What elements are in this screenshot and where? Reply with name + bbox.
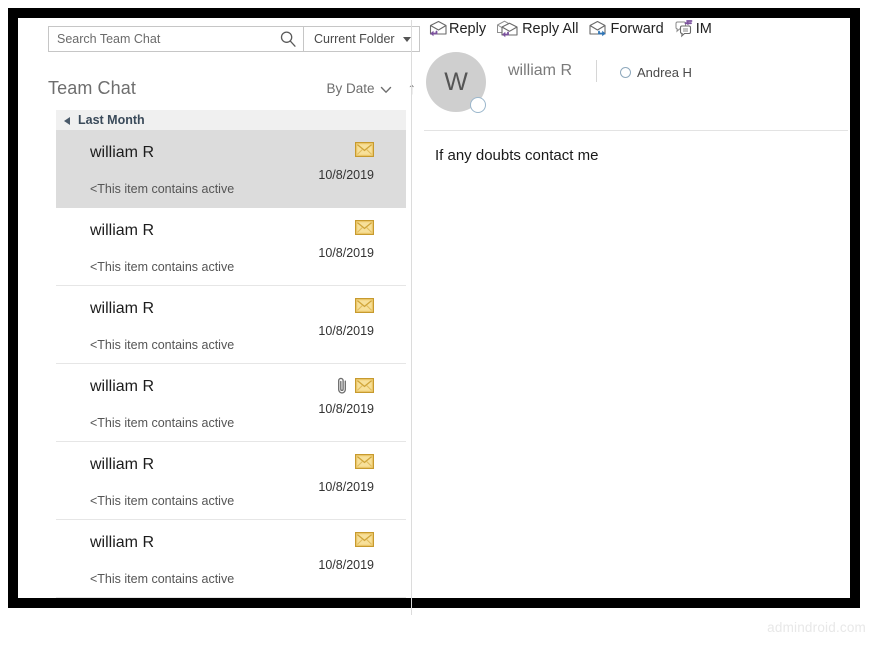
- forward-button[interactable]: Forward: [586, 18, 671, 40]
- message-date: 10/8/2019: [318, 168, 374, 182]
- message-list-item[interactable]: william R <This item contains active 10/8/…: [56, 364, 406, 442]
- message-sender: william R: [90, 222, 154, 239]
- message-list-item[interactable]: william R <This item contains active 10/8/…: [56, 130, 406, 208]
- chevron-down-icon: [380, 83, 392, 93]
- search-icon[interactable]: [279, 30, 297, 48]
- reply-icon: [427, 20, 447, 38]
- sort-dropdown[interactable]: By Date: [326, 81, 391, 96]
- reply-button[interactable]: Reply: [424, 18, 493, 40]
- sender-name[interactable]: william R: [508, 62, 572, 80]
- message-body-text: If any doubts contact me: [435, 147, 599, 164]
- paperclip-icon: [335, 376, 349, 395]
- message-icons: [355, 454, 374, 469]
- recipient-name: Andrea H: [637, 65, 692, 80]
- presence-status-icon: [470, 97, 486, 113]
- message-icons: [355, 298, 374, 313]
- message-icons: [355, 532, 374, 547]
- search-input[interactable]: [57, 32, 279, 46]
- instant-message-icon: [674, 20, 694, 38]
- envelope-icon: [355, 532, 374, 547]
- sender-header: W william R Andrea H: [424, 48, 848, 131]
- message-sender: william R: [90, 300, 154, 317]
- message-list-pane: Current Folder Team Chat By Date ↑ Last …: [28, 18, 420, 598]
- chevron-down-icon: [403, 36, 411, 42]
- avatar-initial: W: [444, 67, 468, 96]
- message-preview: <This item contains active: [90, 572, 235, 586]
- header-separator: [596, 60, 597, 82]
- search-box[interactable]: [48, 26, 304, 52]
- message-icons: [355, 142, 374, 157]
- envelope-icon: [355, 298, 374, 313]
- message-list-item[interactable]: william R <This item contains active 10/8/…: [56, 520, 406, 598]
- pane-divider: [411, 20, 412, 615]
- message-preview: <This item contains active: [90, 494, 235, 508]
- message-list[interactable]: william R <This item contains active 10/8/…: [56, 130, 406, 598]
- message-icons: [355, 220, 374, 235]
- watermark: admindroid.com: [767, 620, 866, 635]
- triangle-collapse-icon[interactable]: [64, 116, 70, 125]
- group-header-last-month[interactable]: Last Month: [56, 110, 406, 130]
- recipient-chip[interactable]: Andrea H: [620, 65, 692, 80]
- reply-all-icon: [496, 20, 520, 38]
- group-header-label: Last Month: [78, 113, 145, 127]
- envelope-icon: [355, 142, 374, 157]
- message-sender: william R: [90, 456, 154, 473]
- reading-pane: Reply Reply All Forward IM W william R A…: [424, 14, 848, 598]
- message-sender: william R: [90, 378, 154, 395]
- message-icons: [335, 376, 374, 395]
- message-date: 10/8/2019: [318, 480, 374, 494]
- forward-button-label: Forward: [610, 21, 664, 37]
- instant-message-button-label: IM: [695, 21, 712, 37]
- reply-all-button[interactable]: Reply All: [493, 18, 585, 40]
- screenshot-canvas: Current Folder Team Chat By Date ↑ Last …: [0, 0, 878, 647]
- list-header: Team Chat By Date ↑: [48, 70, 420, 106]
- message-list-item[interactable]: william R <This item contains active 10/8/…: [56, 286, 406, 364]
- reply-all-button-label: Reply All: [522, 21, 579, 37]
- message-sender: william R: [90, 534, 154, 551]
- search-scope-label: Current Folder: [314, 32, 395, 46]
- instant-message-button[interactable]: IM: [671, 18, 719, 40]
- reading-pane-toolbar: Reply Reply All Forward IM: [424, 14, 719, 44]
- sort-label: By Date: [326, 80, 375, 96]
- envelope-icon: [355, 454, 374, 469]
- message-date: 10/8/2019: [318, 402, 374, 416]
- envelope-icon: [355, 220, 374, 235]
- message-date: 10/8/2019: [318, 558, 374, 572]
- search-row: Current Folder: [48, 26, 420, 52]
- message-date: 10/8/2019: [318, 324, 374, 338]
- message-list-item[interactable]: william R <This item contains active 10/8/…: [56, 442, 406, 520]
- message-preview: <This item contains active: [90, 182, 235, 196]
- message-preview: <This item contains active: [90, 416, 235, 430]
- forward-icon: [588, 20, 609, 38]
- message-preview: <This item contains active: [90, 338, 235, 352]
- reply-button-label: Reply: [449, 21, 487, 37]
- message-date: 10/8/2019: [318, 246, 374, 260]
- message-list-item[interactable]: william R <This item contains active 10/8/…: [56, 208, 406, 286]
- message-sender: william R: [90, 144, 154, 161]
- envelope-icon: [355, 378, 374, 393]
- contact-circle-icon: [620, 67, 631, 78]
- folder-title: Team Chat: [48, 77, 136, 98]
- message-preview: <This item contains active: [90, 260, 235, 274]
- search-scope-dropdown[interactable]: Current Folder: [304, 26, 420, 52]
